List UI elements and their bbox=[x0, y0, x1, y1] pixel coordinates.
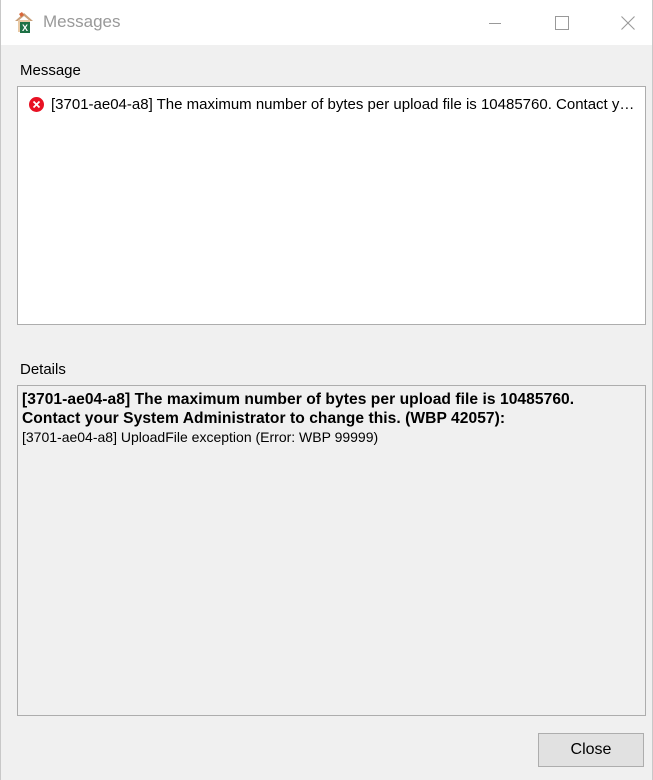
error-icon bbox=[29, 96, 44, 112]
message-label: Message bbox=[20, 62, 81, 79]
excel-add-in-icon: X bbox=[15, 12, 33, 33]
messages-window: X Messages Message [3701-ae04-a8] The ma… bbox=[0, 0, 653, 780]
window-title: Messages bbox=[43, 12, 121, 31]
minimize-icon bbox=[489, 22, 501, 24]
minimize-button[interactable] bbox=[466, 0, 524, 45]
close-button[interactable]: Close bbox=[538, 733, 644, 767]
svg-text:X: X bbox=[22, 23, 28, 33]
list-item[interactable]: [3701-ae04-a8] The maximum number of byt… bbox=[28, 93, 640, 115]
title-bar[interactable]: X Messages bbox=[1, 0, 652, 45]
details-bold-line-1: [3701-ae04-a8] The maximum number of byt… bbox=[22, 391, 575, 408]
maximize-button[interactable] bbox=[533, 0, 591, 45]
close-icon bbox=[621, 15, 635, 30]
close-window-button[interactable] bbox=[599, 0, 653, 45]
message-list[interactable]: [3701-ae04-a8] The maximum number of byt… bbox=[17, 86, 646, 325]
details-textbox[interactable]: [3701-ae04-a8] The maximum number of byt… bbox=[17, 385, 646, 716]
details-bold-line-2: Contact your System Administrator to cha… bbox=[22, 410, 506, 427]
message-text: [3701-ae04-a8] The maximum number of byt… bbox=[51, 95, 639, 113]
details-normal-line: [3701-ae04-a8] UploadFile exception (Err… bbox=[22, 429, 379, 445]
maximize-icon bbox=[555, 15, 569, 30]
details-label: Details bbox=[20, 361, 66, 378]
